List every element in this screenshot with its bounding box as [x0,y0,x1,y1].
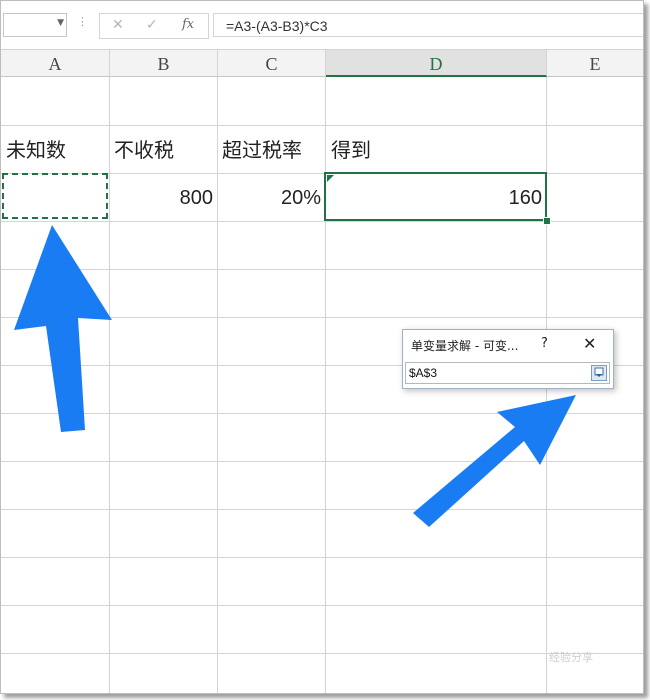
annotation-arrows [14,225,576,527]
diagonal-arrow-icon [413,395,576,527]
up-arrow-icon [14,225,112,432]
